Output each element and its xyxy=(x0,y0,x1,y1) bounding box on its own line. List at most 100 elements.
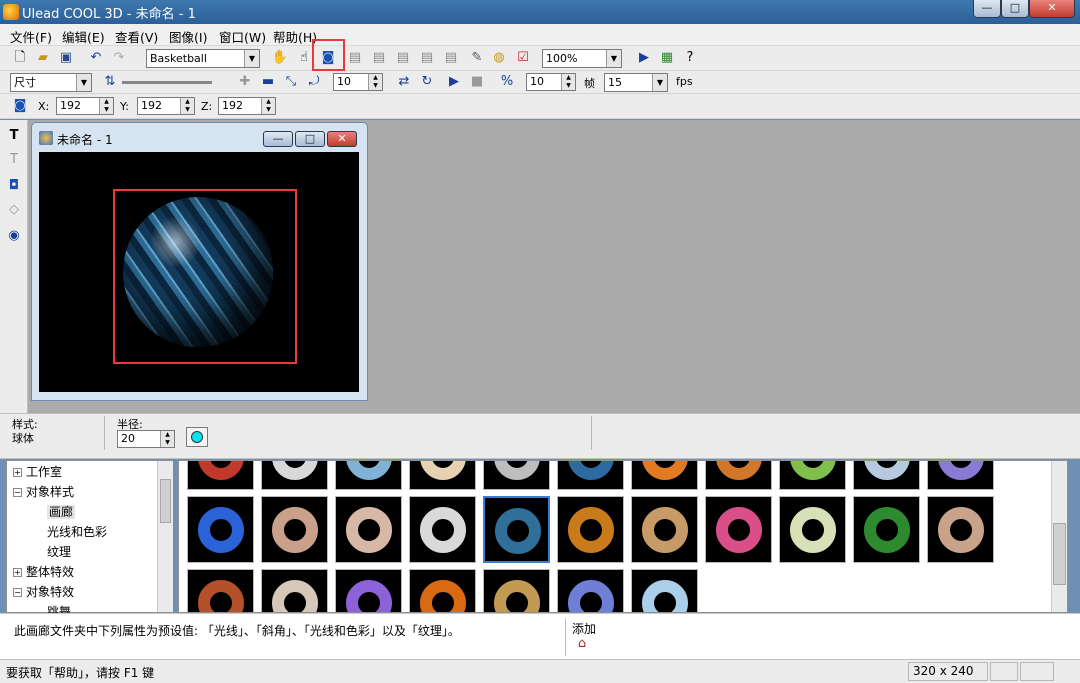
menu-edit[interactable]: 编辑(E) xyxy=(62,27,105,46)
expand-icon[interactable]: + xyxy=(13,468,22,477)
maximize-button[interactable]: □ xyxy=(1001,0,1029,18)
edit-geometry-icon[interactable]: ◇ xyxy=(4,200,24,220)
menu-window[interactable]: 窗口(W) xyxy=(219,27,266,46)
gallery-thumbnail[interactable] xyxy=(779,496,846,563)
export-icon[interactable]: ▦ xyxy=(657,48,677,68)
gallery-thumbnail[interactable] xyxy=(779,461,846,490)
gallery-thumbnail[interactable] xyxy=(335,461,402,490)
insert-text-icon[interactable]: T xyxy=(4,126,24,146)
gallery-thumbnail[interactable] xyxy=(705,461,772,490)
collapse-icon[interactable]: − xyxy=(13,488,22,497)
move-arrows-icon[interactable]: ⇅ xyxy=(100,72,120,92)
context-help-icon[interactable]: ? xyxy=(680,48,700,68)
minimize-button[interactable]: — xyxy=(973,0,1001,18)
tree-item[interactable]: 光线和色彩 xyxy=(47,523,107,540)
check-box-icon[interactable]: ☑ xyxy=(513,48,533,68)
x-spinner[interactable]: 192 ▲ ▼ xyxy=(56,97,114,115)
plugin-icon[interactable]: ✎ xyxy=(467,48,487,68)
gallery-thumbnail[interactable] xyxy=(483,569,550,612)
fps-combo[interactable]: 15 ▼ xyxy=(604,73,668,92)
gallery-thumbnail[interactable] xyxy=(187,496,254,563)
scroll-thumb[interactable] xyxy=(160,479,171,523)
gallery-thumbnail[interactable] xyxy=(483,461,550,490)
tree-scrollbar[interactable] xyxy=(157,461,173,612)
doc-minimize-button[interactable]: — xyxy=(263,131,293,147)
layer-icon-5[interactable]: ▤ xyxy=(441,48,461,68)
gallery-thumbnail[interactable] xyxy=(557,569,624,612)
position-mode-icon[interactable]: ◙ xyxy=(10,96,30,116)
percent-icon[interactable]: % xyxy=(497,72,517,92)
expand-icon[interactable]: + xyxy=(13,568,22,577)
gallery-thumbnail[interactable] xyxy=(261,461,328,490)
tree-item[interactable]: − 对象样式 xyxy=(13,483,74,500)
gallery-thumbnail[interactable] xyxy=(335,569,402,612)
hand-tool-icon[interactable]: ✋ xyxy=(270,48,290,68)
gallery-thumbnail[interactable] xyxy=(927,496,994,563)
layer-icon-1[interactable]: ▤ xyxy=(345,48,365,68)
gallery-thumbnail[interactable] xyxy=(557,461,624,490)
gallery-thumbnail[interactable] xyxy=(631,461,698,490)
undo-icon[interactable]: ↶ xyxy=(86,48,106,68)
play-icon[interactable]: ▶ xyxy=(444,72,464,92)
rotate-hand-icon[interactable]: ☝ xyxy=(294,48,314,68)
redo-icon[interactable]: ↷ xyxy=(109,48,129,68)
refresh-icon[interactable]: ↻ xyxy=(417,72,437,92)
frames-spinner[interactable]: 10 ▲ ▼ xyxy=(526,73,576,91)
rotate-object-icon[interactable]: ◉ xyxy=(4,226,24,246)
gallery-thumbnail[interactable] xyxy=(187,569,254,612)
layer-icon-2[interactable]: ▤ xyxy=(369,48,389,68)
insert-geometry-icon[interactable]: ◘ xyxy=(4,176,24,196)
gallery-thumbnail[interactable] xyxy=(261,569,328,612)
stop-icon[interactable]: ■ xyxy=(467,72,487,92)
add-key-icon[interactable]: ✚ xyxy=(235,72,255,92)
loop-icon[interactable]: ⇄ xyxy=(394,72,414,92)
reverse-icon[interactable]: ⤡ xyxy=(281,72,301,92)
remove-key-icon[interactable]: ▬ xyxy=(258,72,278,92)
gallery-thumbnail[interactable] xyxy=(335,496,402,563)
gallery-thumbnail[interactable] xyxy=(409,569,476,612)
camera-icon[interactable]: ▶ xyxy=(634,48,654,68)
doc-close-button[interactable]: ✕ xyxy=(327,131,357,147)
color-swatch-button[interactable] xyxy=(186,427,208,447)
gallery-thumbnail[interactable] xyxy=(187,461,254,490)
speed-slider[interactable] xyxy=(122,81,212,84)
tree-item[interactable]: 画廊 xyxy=(47,503,76,520)
gallery-thumbnail[interactable] xyxy=(853,496,920,563)
menu-view[interactable]: 查看(V) xyxy=(115,27,158,46)
collapse-icon[interactable]: − xyxy=(13,588,22,597)
gallery-thumbnail[interactable] xyxy=(853,461,920,490)
scroll-thumb[interactable] xyxy=(1053,523,1066,585)
save-icon[interactable]: ▣ xyxy=(56,48,76,68)
gallery-thumbnail[interactable] xyxy=(261,496,328,563)
tree-item[interactable]: + 工作室 xyxy=(13,463,62,480)
add-to-gallery-icon[interactable]: ⌂ xyxy=(572,634,592,654)
mode-combo[interactable]: 尺寸 ▼ xyxy=(10,73,92,92)
radius-spinner[interactable]: 20 ▲ ▼ xyxy=(117,430,175,448)
gallery-scrollbar[interactable] xyxy=(1051,461,1067,612)
y-spinner[interactable]: 192 ▲ ▼ xyxy=(137,97,195,115)
zoom-combo[interactable]: 100% ▼ xyxy=(542,49,622,68)
gallery-thumbnail[interactable] xyxy=(927,461,994,490)
layer-icon-3[interactable]: ▤ xyxy=(393,48,413,68)
gallery-thumbnail[interactable] xyxy=(409,461,476,490)
frame-spinner[interactable]: 10 ▲ ▼ xyxy=(333,73,383,91)
close-button[interactable]: ✕ xyxy=(1029,0,1075,18)
edit-text-icon[interactable]: T xyxy=(4,150,24,170)
tree-item[interactable]: + 整体特效 xyxy=(13,563,74,580)
gallery-thumbnail[interactable] xyxy=(483,496,550,563)
object-combo[interactable]: Basketball ▼ xyxy=(146,49,260,68)
layer-icon-4[interactable]: ▤ xyxy=(417,48,437,68)
gallery-thumbnail[interactable] xyxy=(631,496,698,563)
tree-item[interactable]: − 对象特效 xyxy=(13,583,74,600)
globe-icon[interactable]: ◍ xyxy=(489,48,509,68)
menu-help[interactable]: 帮助(H) xyxy=(273,27,317,46)
z-spinner[interactable]: 192 ▲ ▼ xyxy=(218,97,276,115)
gallery-thumbnail[interactable] xyxy=(631,569,698,612)
gallery-thumbnail[interactable] xyxy=(705,496,772,563)
new-file-icon[interactable]: 🗋 xyxy=(10,48,30,68)
menu-image[interactable]: 图像(I) xyxy=(169,27,207,46)
gallery-thumbnail[interactable] xyxy=(557,496,624,563)
gallery-thumbnail[interactable] xyxy=(409,496,476,563)
tree-item[interactable]: 纹理 xyxy=(47,543,71,560)
doc-maximize-button[interactable]: □ xyxy=(295,131,325,147)
